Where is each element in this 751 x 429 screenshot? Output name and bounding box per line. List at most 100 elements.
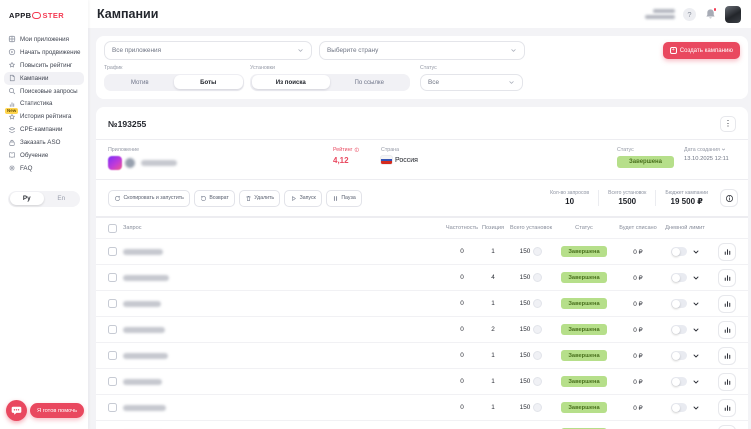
select-all-checkbox[interactable] (108, 224, 117, 233)
kebab-menu-icon[interactable]: ⋮ (720, 116, 736, 132)
row-checkbox[interactable] (108, 247, 117, 256)
table-row: 0 1 150 Завершена 0 ₽ (96, 368, 748, 394)
position-value: 4 (480, 274, 506, 281)
row-chart-icon[interactable] (718, 347, 736, 365)
sidebar-item-label: Статистика (20, 100, 53, 107)
row-checkbox[interactable] (108, 351, 117, 360)
sidebar-item[interactable]: Начать продвижение (4, 46, 84, 59)
help-button[interactable]: Я готов помочь (30, 403, 84, 418)
row-chart-icon[interactable] (718, 243, 736, 261)
table-row: 0 1 150 Завершена 0 ₽ (96, 394, 748, 420)
row-chart-icon[interactable] (718, 399, 736, 417)
daily-limit-toggle[interactable] (671, 299, 687, 309)
row-expand-chevron-icon[interactable] (692, 300, 700, 308)
row-status-badge: Завершена (561, 272, 606, 283)
sidebar-item[interactable]: Мои приложения (4, 33, 84, 46)
frequency-value: 0 (444, 300, 480, 307)
progress-ring-icon (533, 351, 542, 360)
country-filter-select[interactable]: Выберите страну (319, 41, 525, 60)
row-chart-icon[interactable] (718, 373, 736, 391)
language-option-ru[interactable]: Ру (10, 192, 45, 205)
app-filter-select[interactable]: Все приложения (104, 41, 312, 60)
row-checkbox[interactable] (108, 377, 117, 386)
refund-button[interactable]: Возврат (194, 190, 235, 207)
topbar-actions: ? (645, 6, 741, 23)
row-expand-chevron-icon[interactable] (692, 404, 700, 412)
query-text-blurred (123, 301, 161, 307)
table-row: 0 1 150 Завершена 0 ₽ (96, 342, 748, 368)
query-text-blurred (123, 275, 169, 281)
row-checkbox[interactable] (108, 325, 117, 334)
help-question-icon[interactable]: ? (683, 8, 696, 21)
russia-flag-icon (381, 156, 392, 164)
sidebar-item[interactable]: Обучение (4, 149, 84, 162)
row-chart-icon[interactable] (718, 321, 736, 339)
sidebar-item-label: Обучение (20, 152, 48, 159)
row-expand-chevron-icon[interactable] (692, 326, 700, 334)
sidebar-item-label: Кампании (20, 75, 48, 82)
sidebar-item-label: Мои приложения (20, 36, 69, 43)
daily-limit-toggle[interactable] (671, 273, 687, 283)
pause-button[interactable]: Пауза (326, 190, 362, 207)
chat-bubble-icon[interactable] (6, 400, 27, 421)
column-installs: Всего установок (506, 225, 556, 231)
promote-icon (8, 48, 16, 56)
traffic-option-motiv[interactable]: Мотив (106, 75, 175, 89)
installs-option-search[interactable]: Из поиска (252, 75, 331, 89)
row-expand-chevron-icon[interactable] (692, 352, 700, 360)
sidebar-item[interactable]: CPE-кампании (4, 123, 84, 136)
faq-icon (8, 164, 16, 172)
traffic-label: Трафик (104, 65, 244, 71)
sort-chevron-icon[interactable] (721, 147, 726, 152)
query-text-blurred (123, 353, 168, 359)
sidebar-item[interactable]: Повысить рейтинг (4, 59, 84, 72)
user-avatar[interactable] (725, 6, 741, 23)
info-icon[interactable] (720, 189, 738, 207)
chevron-down-icon (297, 47, 304, 54)
row-expand-chevron-icon[interactable] (692, 248, 700, 256)
copy-and-launch-button[interactable]: Скопировать и запустить (108, 190, 190, 207)
pause-icon (332, 195, 339, 202)
sidebar-item[interactable]: New История рейтинга (4, 110, 84, 123)
status-filter-select[interactable]: Все (420, 74, 523, 91)
position-value: 1 (480, 404, 506, 411)
daily-limit-toggle[interactable] (671, 325, 687, 335)
delete-button[interactable]: Удалить (239, 190, 280, 207)
aso-icon (8, 139, 16, 147)
daily-limit-toggle[interactable] (671, 247, 687, 257)
query-text-blurred (123, 327, 165, 333)
table-body: 0 1 150 Завершена 0 ₽ (96, 238, 748, 429)
create-campaign-button[interactable]: + Создать кампанию (663, 42, 740, 59)
daily-limit-toggle[interactable] (671, 377, 687, 387)
row-status-badge: Завершена (561, 298, 606, 309)
logo-text-prefix: APPB (9, 11, 31, 20)
info-icon (354, 147, 360, 153)
installs-option-link[interactable]: По ссылке (330, 75, 409, 89)
frequency-value: 0 (444, 248, 480, 255)
language-option-en[interactable]: En (44, 192, 79, 205)
sidebar-item[interactable]: Заказать ASO (4, 136, 84, 149)
daily-limit-toggle[interactable] (671, 403, 687, 413)
row-checkbox[interactable] (108, 403, 117, 412)
row-checkbox[interactable] (108, 299, 117, 308)
traffic-option-bots[interactable]: Боты (174, 75, 243, 89)
row-checkbox[interactable] (108, 273, 117, 282)
row-chart-icon[interactable] (718, 295, 736, 313)
installs-value: 150 (520, 274, 531, 281)
app-root: APPB STER Мои приложения Начать продвиже… (0, 0, 751, 429)
sidebar-item[interactable]: FAQ (4, 162, 84, 175)
row-chart-icon[interactable] (718, 425, 736, 429)
installs-value: 150 (520, 352, 531, 359)
row-expand-chevron-icon[interactable] (692, 274, 700, 282)
notifications-bell-icon[interactable] (704, 7, 717, 21)
appbooster-logo[interactable]: APPB STER (0, 0, 88, 29)
launch-button[interactable]: Запуск (284, 190, 322, 207)
row-chart-icon[interactable] (718, 269, 736, 287)
daily-limit-toggle[interactable] (671, 351, 687, 361)
sidebar-item[interactable]: Поисковые запросы (4, 85, 84, 98)
charge-value: 0 ₽ (612, 352, 664, 360)
progress-ring-icon (533, 299, 542, 308)
sidebar-item[interactable]: Кампании (4, 72, 84, 85)
row-expand-chevron-icon[interactable] (692, 378, 700, 386)
campaign-status-label: Статус (617, 147, 634, 153)
